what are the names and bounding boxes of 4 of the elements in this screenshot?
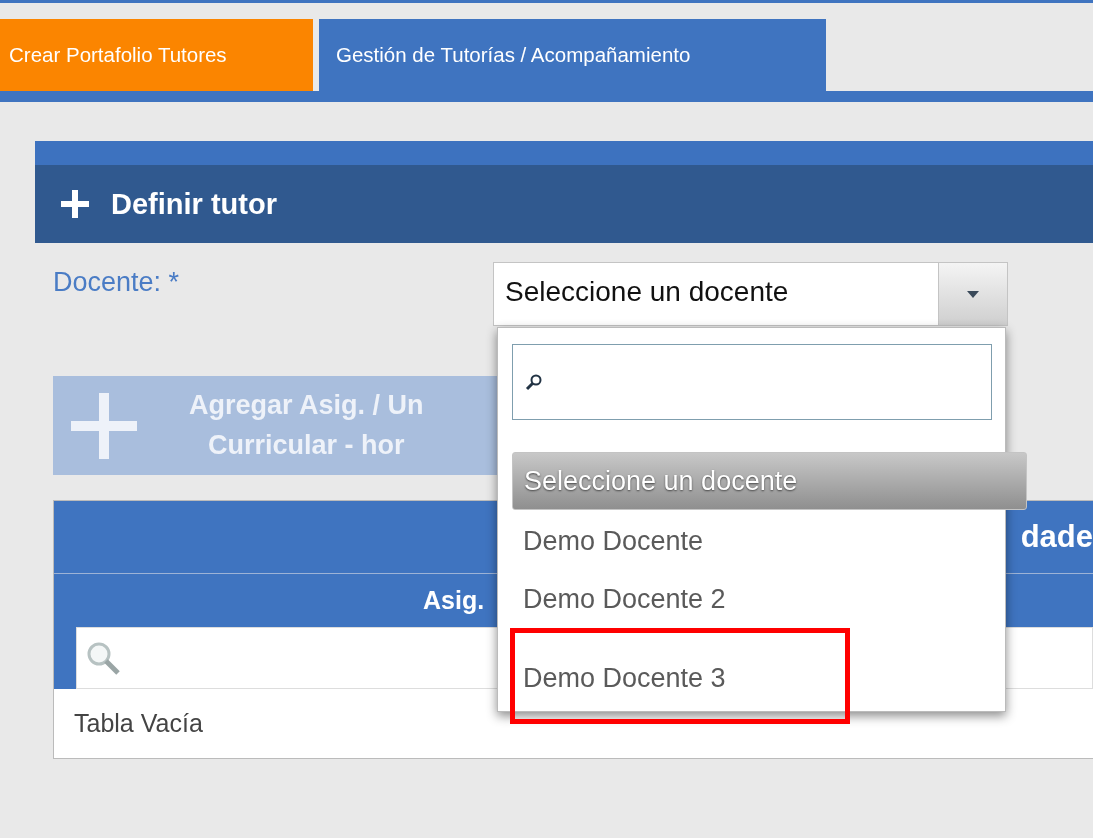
table-title: dade (1020, 519, 1093, 555)
field-label: Docente: * (53, 266, 181, 299)
empty-table-text: Tabla Vacía (74, 709, 203, 738)
panel-title: Definir tutor (111, 187, 277, 221)
